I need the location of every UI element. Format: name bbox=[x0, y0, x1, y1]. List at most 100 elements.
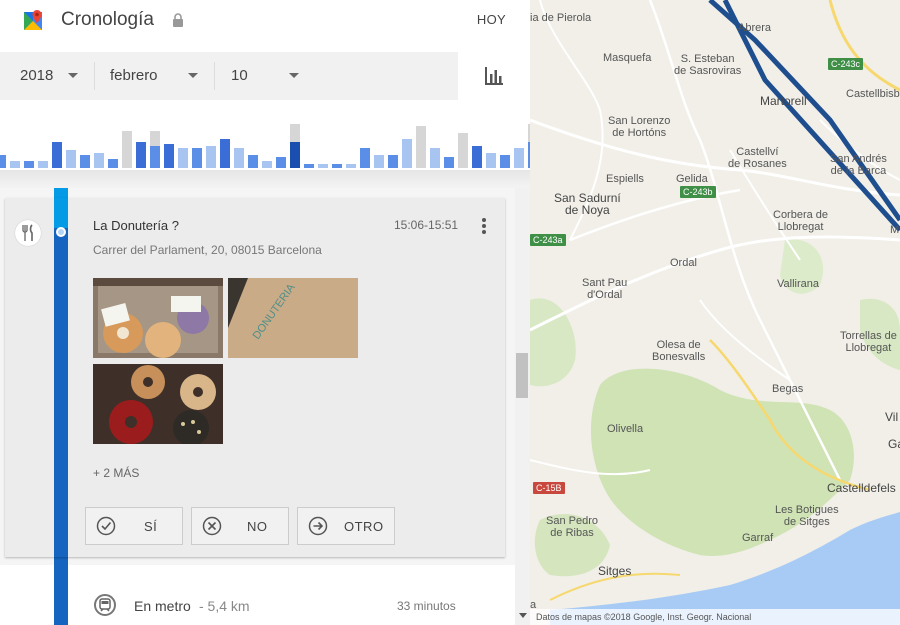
timeline-line bbox=[54, 198, 68, 557]
histogram-bar[interactable] bbox=[10, 161, 20, 168]
histogram-bar[interactable] bbox=[150, 131, 160, 168]
histogram-bar[interactable] bbox=[402, 139, 412, 168]
histogram-bar[interactable] bbox=[24, 161, 34, 168]
movement-mode[interactable]: En metro bbox=[134, 598, 191, 614]
map-place-label: M bbox=[890, 224, 900, 236]
histogram-bar[interactable] bbox=[374, 155, 384, 168]
map-place-label: Castellví de Rosanes bbox=[728, 146, 787, 170]
histogram-bar[interactable] bbox=[192, 148, 202, 168]
confirm-no-button[interactable]: NO bbox=[191, 507, 289, 545]
histogram-bar[interactable] bbox=[108, 159, 118, 168]
histogram-bar[interactable] bbox=[38, 161, 48, 168]
histogram-bar[interactable] bbox=[122, 131, 132, 168]
histogram-bar[interactable] bbox=[276, 157, 286, 168]
place-photo[interactable]: DONUTERIA bbox=[228, 278, 358, 358]
histogram-bar[interactable] bbox=[178, 148, 188, 168]
movement-distance: - 5,4 km bbox=[199, 598, 250, 614]
road-badge: C-243c bbox=[828, 58, 864, 70]
check-circle-icon bbox=[96, 516, 116, 536]
stats-button[interactable] bbox=[458, 52, 530, 100]
year-value: 2018 bbox=[20, 67, 54, 84]
histogram-bar[interactable] bbox=[332, 164, 342, 168]
histogram-bar[interactable] bbox=[360, 148, 370, 168]
confirm-other-label: OTRO bbox=[344, 519, 384, 534]
map-place-label: Olesa de Bonesvalls bbox=[652, 339, 706, 363]
histogram-bar[interactable] bbox=[430, 148, 440, 168]
histogram-bar[interactable] bbox=[318, 164, 328, 168]
place-photo[interactable] bbox=[93, 364, 223, 444]
today-button[interactable]: HOY bbox=[477, 12, 506, 27]
histogram-bar[interactable] bbox=[164, 144, 174, 168]
chevron-down-icon bbox=[68, 73, 78, 78]
place-address: Carrer del Parlament, 20, 08015 Barcelon… bbox=[93, 243, 322, 257]
google-maps-logo-icon bbox=[24, 10, 42, 30]
map-place-label: Begas bbox=[772, 383, 804, 395]
place-photo[interactable] bbox=[93, 278, 223, 358]
day-value: 10 bbox=[231, 67, 248, 84]
movement-segment[interactable] bbox=[0, 565, 515, 625]
histogram-bar[interactable] bbox=[444, 157, 454, 168]
timeline-line bbox=[54, 198, 68, 228]
histogram-bar[interactable] bbox=[136, 142, 146, 168]
histogram-bar[interactable] bbox=[66, 150, 76, 168]
histogram-bar[interactable] bbox=[472, 146, 482, 168]
histogram-bar[interactable] bbox=[346, 164, 356, 168]
more-photos-link[interactable]: + 2 MÁS bbox=[93, 466, 139, 480]
histogram-bar[interactable] bbox=[388, 155, 398, 168]
month-select[interactable]: febrero bbox=[110, 52, 202, 100]
more-vert-icon[interactable] bbox=[481, 218, 487, 236]
visit-time-range[interactable]: 15:06-15:51 bbox=[394, 218, 458, 232]
histogram-bar[interactable] bbox=[80, 155, 90, 168]
timeline-line bbox=[54, 565, 68, 625]
confirm-yes-button[interactable]: SÍ bbox=[85, 507, 183, 545]
scrollbar[interactable] bbox=[515, 188, 530, 625]
histogram-bar[interactable] bbox=[500, 155, 510, 168]
histogram-bar[interactable] bbox=[486, 153, 496, 168]
year-select[interactable]: 2018 bbox=[20, 52, 82, 100]
histogram-bar[interactable] bbox=[290, 124, 300, 168]
map-place-label: San Sadurní de Noya bbox=[554, 191, 621, 217]
histogram-bar[interactable] bbox=[248, 155, 258, 168]
place-visit-card[interactable]: La Donutería ? 15:06-15:51 Carrer del Pa… bbox=[5, 198, 505, 557]
place-name[interactable]: La Donutería ? bbox=[93, 218, 179, 233]
day-select[interactable]: 10 bbox=[231, 52, 303, 100]
bar-chart-icon bbox=[485, 67, 503, 85]
histogram-bar[interactable] bbox=[262, 161, 272, 168]
map-attribution[interactable]: Datos de mapas ©2018 Google, Inst. Geogr… bbox=[530, 609, 900, 625]
confirm-other-button[interactable]: OTRO bbox=[297, 507, 395, 545]
histogram-bar[interactable] bbox=[206, 146, 216, 168]
histogram-bar[interactable] bbox=[458, 133, 468, 168]
map-place-label: San Lorenzo de Hortóns bbox=[608, 115, 671, 139]
map-place-label: Vallirana bbox=[777, 278, 819, 290]
map-place-label: Castelldefels bbox=[827, 481, 896, 495]
map-place-label: Olivella bbox=[607, 423, 644, 435]
histogram-bar[interactable] bbox=[304, 164, 314, 168]
map-place-label: Sitges bbox=[598, 564, 632, 578]
histogram-bar[interactable] bbox=[234, 148, 244, 168]
month-value: febrero bbox=[110, 67, 158, 84]
map-place-label: Masquefa bbox=[603, 52, 652, 64]
histogram-bar[interactable] bbox=[220, 139, 230, 168]
histogram-bar[interactable] bbox=[52, 142, 62, 168]
histogram-bar[interactable] bbox=[0, 155, 6, 168]
road-badge: C-243b bbox=[680, 186, 716, 198]
map-place-label: Ga bbox=[888, 437, 900, 451]
map-place-label: ia de Pierola bbox=[530, 12, 592, 24]
map-place-label: San Pedro de Ribas bbox=[546, 515, 598, 539]
map-view[interactable]: ia de Pierola Abrera Masquefa S. Esteban… bbox=[530, 0, 900, 625]
divider bbox=[214, 62, 215, 90]
activity-histogram[interactable] bbox=[0, 100, 530, 170]
map-place-label: Torrellas de Llobregat bbox=[840, 330, 897, 354]
timeline-dot bbox=[56, 227, 66, 237]
movement-duration: 33 minutos bbox=[397, 599, 456, 613]
train-icon bbox=[94, 594, 116, 616]
map-place-label: Abrera bbox=[738, 22, 772, 34]
histogram-bar[interactable] bbox=[416, 126, 426, 168]
histogram-bar[interactable] bbox=[514, 148, 524, 168]
header: Cronología HOY bbox=[0, 0, 530, 52]
scroll-down-arrow-icon[interactable] bbox=[519, 613, 527, 618]
page-title: Cronología bbox=[61, 9, 154, 30]
histogram-bar[interactable] bbox=[94, 153, 104, 168]
restaurant-icon bbox=[15, 220, 41, 246]
scrollbar-thumb[interactable] bbox=[516, 353, 528, 398]
